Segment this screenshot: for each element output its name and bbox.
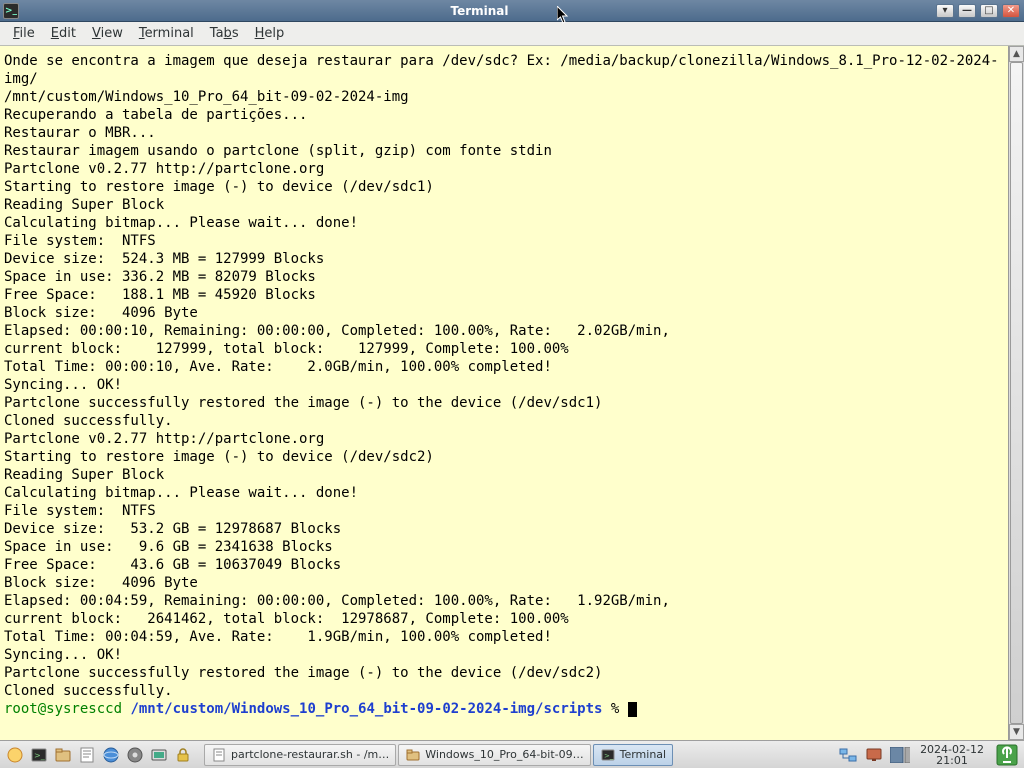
svg-text:>_: >_ <box>604 752 614 760</box>
launcher-browser-icon[interactable] <box>100 744 122 766</box>
task-terminal[interactable]: >_ Terminal <box>593 744 674 766</box>
menu-edit[interactable]: Edit <box>44 24 83 43</box>
document-icon <box>211 747 227 763</box>
menu-help[interactable]: Help <box>248 24 292 43</box>
system-tray: 2024-02-12 21:01 <box>838 743 1024 767</box>
launcher-run-icon[interactable] <box>124 744 146 766</box>
display-icon[interactable] <box>864 745 884 765</box>
panel-clock[interactable]: 2024-02-12 21:01 <box>916 744 988 766</box>
network-icon[interactable] <box>838 745 858 765</box>
launcher-terminal-icon[interactable]: >_ <box>28 744 50 766</box>
terminal-icon: >_ <box>600 747 616 763</box>
window-title: Terminal <box>450 4 508 18</box>
maximize-button[interactable]: □ <box>980 4 998 18</box>
logout-icon[interactable] <box>994 743 1020 767</box>
menu-tabs[interactable]: Tabs <box>203 24 246 43</box>
launcher-editor-icon[interactable] <box>76 744 98 766</box>
scroll-track[interactable] <box>1009 62 1024 724</box>
task-editor[interactable]: partclone-restaurar.sh - /m… <box>204 744 396 766</box>
launcher-files-icon[interactable] <box>52 744 74 766</box>
menu-terminal[interactable]: Terminal <box>132 24 201 43</box>
folder-icon <box>405 747 421 763</box>
task-editor-label: partclone-restaurar.sh - /m… <box>231 748 389 761</box>
taskbar: >_ partclone-restaurar.sh - /m… Wi <box>0 740 1024 768</box>
terminal-output[interactable]: Onde se encontra a imagem que deseja res… <box>0 46 1008 740</box>
task-terminal-label: Terminal <box>620 748 667 761</box>
launcher-lock-icon[interactable] <box>172 744 194 766</box>
clock-date: 2024-02-12 <box>920 744 984 755</box>
scrollbar-vertical[interactable]: ▲ ▼ <box>1008 46 1024 740</box>
shade-button[interactable]: ▾ <box>936 4 954 18</box>
terminal-wrapper: Onde se encontra a imagem que deseja res… <box>0 46 1024 740</box>
clock-time: 21:01 <box>920 755 984 766</box>
scroll-up-icon[interactable]: ▲ <box>1009 46 1024 62</box>
terminal-app-icon: >_ <box>3 3 19 19</box>
task-filemanager-label: Windows_10_Pro_64-bit-09… <box>425 748 583 761</box>
quicklaunch: >_ <box>0 744 198 766</box>
svg-text:>_: >_ <box>34 751 46 760</box>
close-button[interactable]: ✕ <box>1002 4 1020 18</box>
menu-file[interactable]: File <box>6 24 42 43</box>
workspace-switcher[interactable] <box>890 745 910 765</box>
task-filemanager[interactable]: Windows_10_Pro_64-bit-09… <box>398 744 590 766</box>
launcher-show-desktop-icon[interactable] <box>4 744 26 766</box>
scroll-down-icon[interactable]: ▼ <box>1009 724 1024 740</box>
minimize-button[interactable]: — <box>958 4 976 18</box>
menubar: File Edit View Terminal Tabs Help <box>0 22 1024 46</box>
scroll-thumb[interactable] <box>1010 62 1023 724</box>
launcher-screenshot-icon[interactable] <box>148 744 170 766</box>
menu-view[interactable]: View <box>85 24 130 43</box>
window-titlebar: >_ Terminal ▾ — □ ✕ <box>0 0 1024 22</box>
